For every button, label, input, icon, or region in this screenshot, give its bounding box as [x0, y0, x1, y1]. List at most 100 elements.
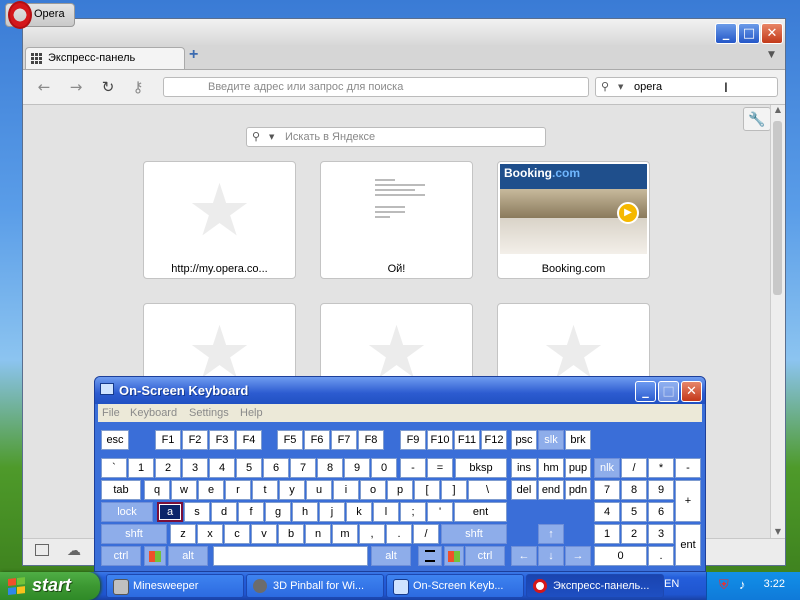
key[interactable]: a	[157, 502, 183, 522]
key[interactable]: 5	[236, 458, 262, 478]
key[interactable]: *	[648, 458, 674, 478]
key[interactable]: +	[675, 480, 701, 522]
key[interactable]: F1	[155, 430, 181, 450]
key[interactable]: j	[319, 502, 345, 522]
key[interactable]: 1	[128, 458, 154, 478]
key[interactable]: p	[387, 480, 413, 500]
key[interactable]: g	[265, 502, 291, 522]
task-opera[interactable]: Экспресс-панель...	[526, 574, 664, 598]
key[interactable]: 9	[344, 458, 370, 478]
search-field[interactable]: ⚲ ▼ opera I	[595, 77, 778, 97]
key[interactable]: '	[427, 502, 453, 522]
key[interactable]: ctrl	[465, 546, 505, 566]
key[interactable]: alt	[371, 546, 411, 566]
key[interactable]: 6	[263, 458, 289, 478]
key[interactable]: 6	[648, 502, 674, 522]
key[interactable]: end	[538, 480, 564, 500]
key[interactable]: 1	[594, 524, 620, 544]
menu-help[interactable]: Help	[240, 407, 263, 419]
key[interactable]: F12	[481, 430, 507, 450]
cloud-icon[interactable]: ☁	[67, 542, 81, 559]
key[interactable]: F8	[358, 430, 384, 450]
address-bar[interactable]: Введите адрес или запрос для поиска	[163, 77, 589, 97]
key[interactable]: t	[252, 480, 278, 500]
key[interactable]: ↓	[538, 546, 564, 566]
key[interactable]: F6	[304, 430, 330, 450]
key[interactable]: v	[251, 524, 277, 544]
opera-titlebar[interactable]: _ □ ✕	[23, 19, 785, 45]
key[interactable]: nlk	[594, 458, 620, 478]
key[interactable]: l	[373, 502, 399, 522]
task-minesweeper[interactable]: Minesweeper	[106, 574, 244, 598]
new-tab-button[interactable]: +	[189, 46, 198, 64]
language-indicator[interactable]: EN	[664, 578, 679, 590]
key[interactable]: .	[648, 546, 674, 566]
key[interactable]: 3	[182, 458, 208, 478]
key[interactable]: lock	[101, 502, 153, 522]
key[interactable]: shft	[101, 524, 167, 544]
key[interactable]: alt	[168, 546, 208, 566]
speed-dial-tile[interactable]: Ой!	[320, 161, 473, 279]
key[interactable]: -	[400, 458, 426, 478]
key[interactable]: 4	[209, 458, 235, 478]
tab-speed-dial[interactable]: Экспресс-панель	[25, 47, 185, 69]
key[interactable]: e	[198, 480, 224, 500]
key[interactable]: 0	[371, 458, 397, 478]
minimize-button[interactable]: _	[635, 381, 656, 402]
speed-dial-tile[interactable]: Booking.com ▶ Booking.com	[497, 161, 650, 279]
key[interactable]: n	[305, 524, 331, 544]
key[interactable]: pdn	[565, 480, 591, 500]
key[interactable]: pup	[565, 458, 591, 478]
menu-settings[interactable]: Settings	[189, 407, 229, 419]
osk-titlebar[interactable]: On-Screen Keyboard _ □ ✕	[95, 377, 705, 404]
key[interactable]: ent	[675, 524, 701, 566]
key[interactable]: .	[386, 524, 412, 544]
key[interactable]: =	[427, 458, 453, 478]
key[interactable]: c	[224, 524, 250, 544]
key[interactable]: `	[101, 458, 127, 478]
back-arrow-icon[interactable]: ←	[35, 78, 53, 96]
reload-icon[interactable]: ↻	[99, 78, 117, 96]
menu-file[interactable]: File	[102, 407, 120, 419]
key[interactable]: ctrl	[101, 546, 141, 566]
key[interactable]: s	[184, 502, 210, 522]
key[interactable]: bksp	[455, 458, 507, 478]
key[interactable]: [	[414, 480, 440, 500]
key[interactable]: F5	[277, 430, 303, 450]
key[interactable]: d	[211, 502, 237, 522]
key[interactable]: 7	[290, 458, 316, 478]
key[interactable]: 2	[621, 524, 647, 544]
key[interactable]: F7	[331, 430, 357, 450]
key[interactable]: y	[279, 480, 305, 500]
key[interactable]: F10	[427, 430, 453, 450]
close-button[interactable]: ✕	[761, 23, 783, 44]
key[interactable]: i	[333, 480, 359, 500]
key[interactable]: r	[225, 480, 251, 500]
key[interactable]: F2	[182, 430, 208, 450]
wrench-icon[interactable]: 🔧	[743, 107, 771, 131]
key-icon[interactable]: ⚷	[129, 78, 147, 96]
key[interactable]: x	[197, 524, 223, 544]
speed-dial-tile[interactable]: ★ http://my.opera.co...	[143, 161, 296, 279]
tab-menu-icon[interactable]: ▼	[768, 50, 775, 60]
chevron-down-icon[interactable]: ▼	[618, 83, 623, 91]
windows-key[interactable]	[444, 546, 464, 566]
key[interactable]: ]	[441, 480, 467, 500]
key[interactable]: ins	[511, 458, 537, 478]
key[interactable]: -	[675, 458, 701, 478]
key[interactable]: F3	[209, 430, 235, 450]
scroll-up-icon[interactable]: ▲	[771, 105, 785, 117]
key[interactable]: /	[413, 524, 439, 544]
security-shield-icon[interactable]: ⛨	[719, 577, 729, 593]
windows-key[interactable]	[144, 546, 166, 566]
scrollbar-thumb[interactable]	[773, 121, 782, 295]
volume-icon[interactable]: ♪	[739, 577, 746, 592]
key[interactable]: F9	[400, 430, 426, 450]
key[interactable]: z	[170, 524, 196, 544]
yandex-search-field[interactable]: ⚲ ▼ Искать в Яндексе	[246, 127, 546, 147]
menu-key[interactable]	[418, 546, 442, 566]
key[interactable]: brk	[565, 430, 591, 450]
key[interactable]: 9	[648, 480, 674, 500]
key[interactable]: 7	[594, 480, 620, 500]
key[interactable]: ↑	[538, 524, 564, 544]
